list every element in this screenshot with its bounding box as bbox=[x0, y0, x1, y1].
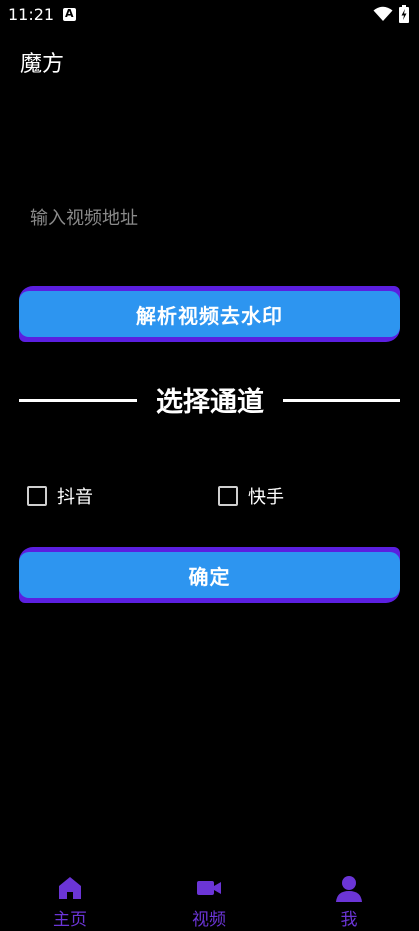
checkbox-kuaishou[interactable] bbox=[218, 486, 238, 506]
status-bar: 11:21 bbox=[0, 0, 419, 30]
nav-item-video[interactable]: 视频 bbox=[164, 868, 254, 931]
nav-item-me[interactable]: 我 bbox=[304, 868, 394, 931]
nav-label-home: 主页 bbox=[53, 910, 87, 930]
person-icon bbox=[336, 876, 362, 902]
video-camera-icon bbox=[197, 881, 221, 895]
status-time: 11:21 bbox=[8, 5, 55, 24]
home-icon bbox=[59, 877, 81, 899]
parse-video-button-label[interactable]: 解析视频去水印 bbox=[19, 291, 400, 337]
notification-icon bbox=[63, 7, 76, 21]
app-screen: 11:21 魔方 解析视频去水印 选择通道 抖音 快手 确定 bbox=[0, 0, 419, 931]
nav-item-home[interactable]: 主页 bbox=[25, 868, 115, 931]
channel-label: 快手 bbox=[248, 487, 284, 508]
divider-left bbox=[19, 399, 137, 402]
confirm-button[interactable]: 确定 bbox=[19, 547, 400, 603]
confirm-button-label[interactable]: 确定 bbox=[19, 552, 400, 598]
nav-label-me: 我 bbox=[340, 910, 358, 930]
app-title: 魔方 bbox=[20, 52, 65, 77]
video-url-input[interactable] bbox=[30, 198, 390, 238]
parse-video-button[interactable]: 解析视频去水印 bbox=[19, 286, 400, 342]
section-title: 选择通道 bbox=[156, 387, 264, 418]
channel-option-kuaishou[interactable]: 快手 bbox=[218, 484, 284, 508]
battery-charging-icon bbox=[399, 5, 409, 23]
divider-right bbox=[283, 399, 400, 402]
checkbox-douyin[interactable] bbox=[27, 486, 47, 506]
channel-option-douyin[interactable]: 抖音 bbox=[27, 484, 93, 508]
bottom-nav: 主页 视频 我 bbox=[0, 868, 419, 931]
wifi-icon bbox=[373, 6, 393, 21]
channel-label: 抖音 bbox=[57, 487, 93, 508]
nav-label-video: 视频 bbox=[192, 910, 226, 930]
